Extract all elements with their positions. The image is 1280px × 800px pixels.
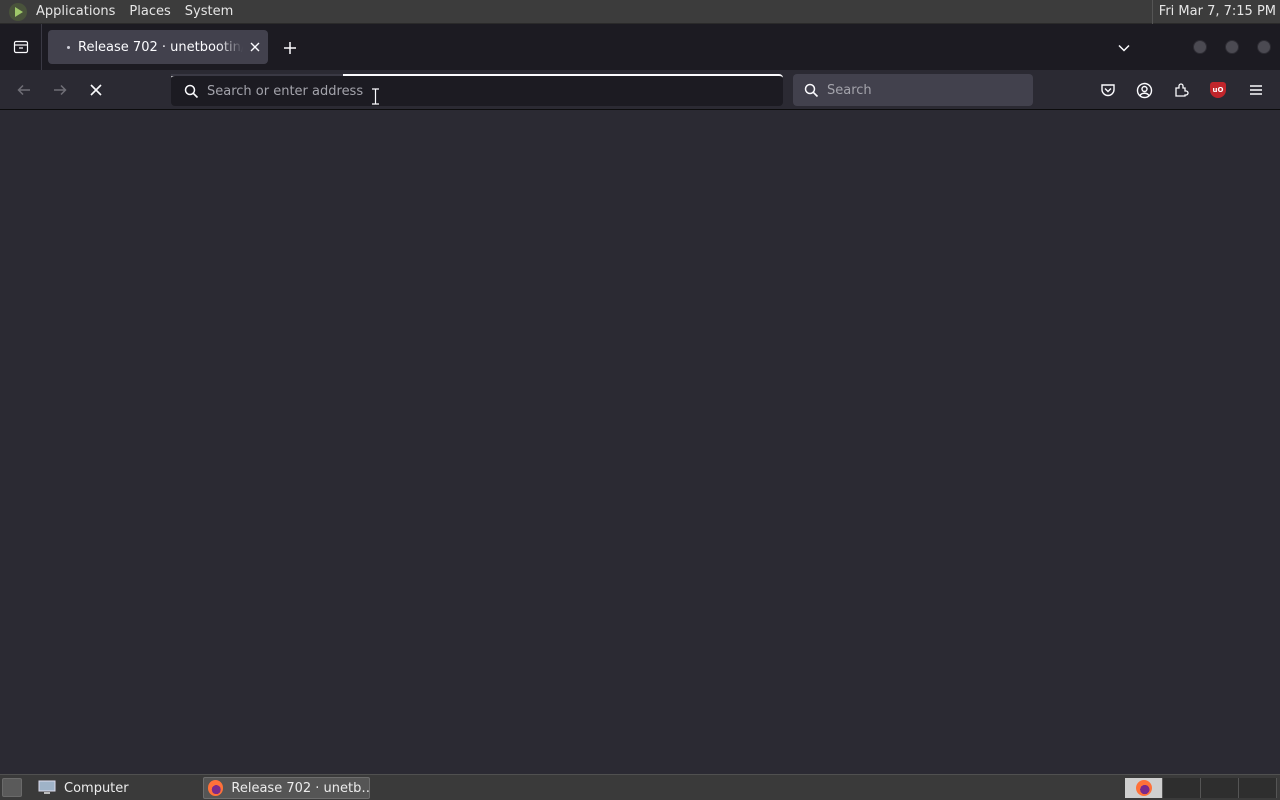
workspace-3[interactable]	[1201, 778, 1239, 798]
save-to-pocket-button[interactable]	[1096, 78, 1120, 102]
firefox-view-icon	[13, 40, 28, 54]
plus-icon	[284, 42, 296, 54]
search-input[interactable]	[827, 78, 1033, 102]
close-icon	[250, 42, 260, 52]
account-icon	[1136, 82, 1152, 98]
tab-loading-indicator-icon	[67, 45, 70, 49]
workspace-4[interactable]	[1239, 778, 1277, 798]
new-tab-button[interactable]	[276, 34, 304, 62]
tab-close-button[interactable]	[247, 39, 263, 55]
address-bar[interactable]	[171, 74, 783, 106]
browser-tab-strip: Release 702 · unetbootin/unetbootin	[0, 24, 1280, 70]
text-cursor-icon	[372, 88, 379, 105]
panel-clock[interactable]: Fri Mar 7, 7:15 PM	[1151, 0, 1276, 24]
search-icon	[183, 83, 199, 99]
list-all-tabs-button[interactable]	[1112, 36, 1136, 60]
window-maximize-button[interactable]	[1225, 40, 1239, 54]
navigation-toolbar: uO	[0, 70, 1280, 110]
tab-title: Release 702 · unetbootin/unetbootin	[78, 39, 243, 55]
tab-active[interactable]: Release 702 · unetbootin/unetbootin	[48, 30, 268, 64]
bottom-taskbar: Computer Release 702 · unetb…	[0, 774, 1280, 800]
window-close-button[interactable]	[1257, 40, 1271, 54]
loading-progress-track	[171, 74, 343, 76]
menu-system[interactable]: System	[178, 0, 240, 24]
arrow-left-icon	[17, 84, 30, 96]
menu-places[interactable]: Places	[122, 0, 177, 24]
close-icon	[90, 84, 102, 96]
distro-logo-icon[interactable]	[9, 2, 27, 21]
forward-button[interactable]	[46, 76, 74, 104]
search-bar[interactable]	[793, 74, 1033, 106]
pocket-icon	[1101, 84, 1115, 97]
taskbar-item-computer[interactable]: Computer	[34, 777, 200, 799]
workspace-1[interactable]	[1125, 778, 1163, 798]
extensions-icon	[1175, 83, 1189, 97]
taskbar-item-label: Computer	[64, 780, 129, 796]
search-icon	[803, 82, 819, 98]
menu-applications[interactable]: Applications	[29, 0, 122, 24]
back-button[interactable]	[10, 76, 38, 104]
taskbar-item-firefox[interactable]: Release 702 · unetb…	[203, 777, 370, 799]
ublock-origin-icon: uO	[1210, 82, 1226, 98]
workspace-2[interactable]	[1163, 778, 1201, 798]
firefox-icon	[1135, 780, 1152, 796]
app-menu-button[interactable]	[1244, 78, 1268, 102]
firefox-view-button[interactable]	[0, 24, 42, 70]
ublock-origin-button[interactable]: uO	[1206, 78, 1230, 102]
workspace-switcher[interactable]	[1125, 778, 1277, 798]
top-menu-bar: Applications Places System	[29, 0, 240, 24]
show-desktop-button[interactable]	[2, 778, 22, 797]
top-system-panel: Applications Places System Fri Mar 7, 7:…	[0, 0, 1280, 24]
stop-loading-button[interactable]	[82, 76, 110, 104]
address-input[interactable]	[207, 79, 783, 103]
menu-icon	[1250, 85, 1262, 95]
account-button[interactable]	[1132, 78, 1156, 102]
chevron-down-icon	[1118, 44, 1130, 52]
firefox-icon	[208, 780, 224, 796]
page-content-area[interactable]	[0, 111, 1280, 774]
arrow-right-icon	[54, 84, 67, 96]
extensions-button[interactable]	[1169, 78, 1193, 102]
computer-icon	[38, 780, 56, 794]
taskbar-item-label: Release 702 · unetb…	[231, 780, 369, 796]
window-minimize-button[interactable]	[1193, 40, 1207, 54]
